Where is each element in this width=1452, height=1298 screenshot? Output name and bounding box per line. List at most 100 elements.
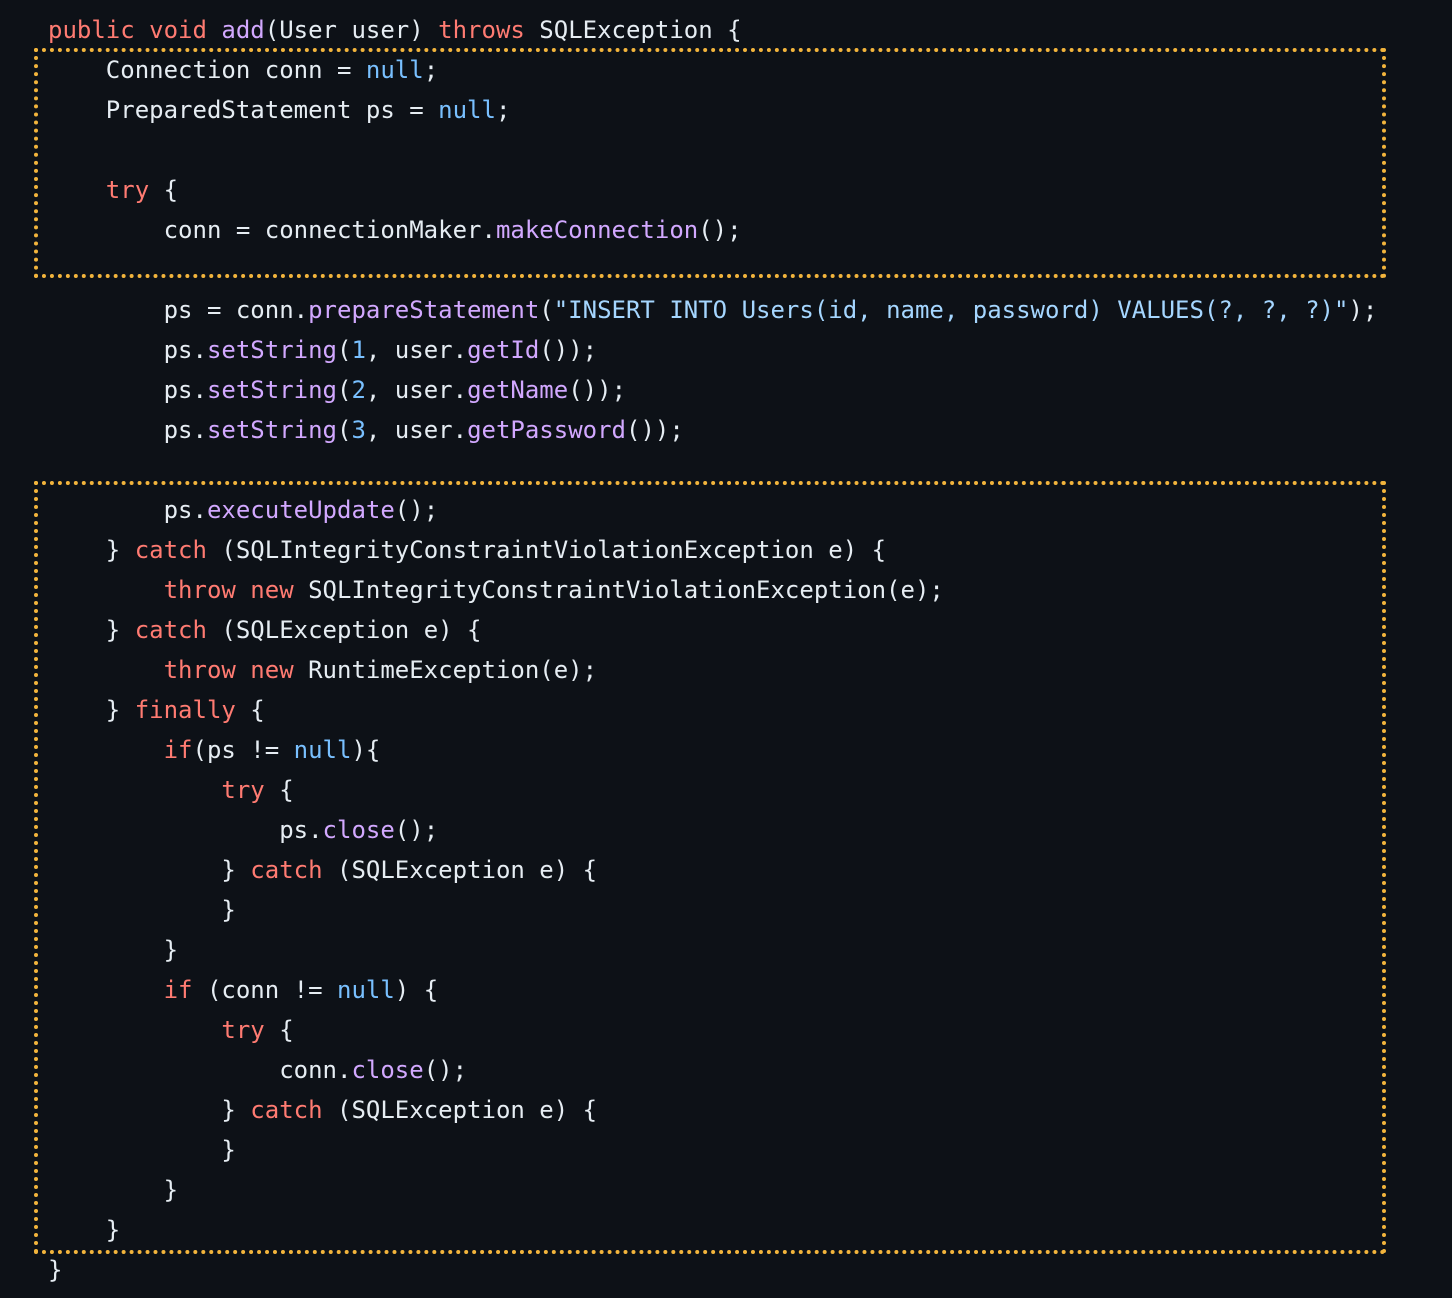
- code-token: throw new: [163, 656, 294, 684]
- code-token: ());: [626, 416, 684, 444]
- code-token: catch: [250, 856, 323, 884]
- code-token: catch: [134, 616, 207, 644]
- code-token: }: [48, 1136, 236, 1164]
- code-line: ps.setString(3, user.getPassword());: [48, 410, 1377, 450]
- code-token: makeConnection: [495, 216, 699, 244]
- code-token: catch: [134, 536, 207, 564]
- code-token: SQLIntegrityConstraintViolationException…: [293, 576, 944, 604]
- code-token: }: [48, 616, 135, 644]
- code-token: );: [1348, 296, 1378, 324]
- code-token: ps.: [48, 816, 323, 844]
- code-line: ps.setString(2, user.getName());: [48, 370, 1377, 410]
- code-token: (: [337, 416, 352, 444]
- code-token: getId: [467, 336, 540, 364]
- code-token: null: [438, 96, 496, 124]
- code-token: null: [337, 976, 395, 1004]
- code-token: conn = connectionMaker.: [48, 216, 496, 244]
- code-token: }: [48, 696, 135, 724]
- code-token: (ps !=: [192, 736, 294, 764]
- code-token: try: [105, 176, 150, 204]
- code-token: 1: [351, 336, 366, 364]
- code-line: try {: [48, 170, 1377, 210]
- code-token: {: [264, 1016, 294, 1044]
- code-line: }: [48, 930, 1377, 970]
- code-line: } catch (SQLException e) {: [48, 1090, 1377, 1130]
- code-token: (SQLIntegrityConstraintViolationExceptio…: [206, 536, 887, 564]
- code-token: (: [337, 336, 352, 364]
- code-token: finally: [134, 696, 236, 724]
- code-line: throw new RuntimeException(e);: [48, 650, 1377, 690]
- code-token: if: [163, 976, 193, 1004]
- code-token: ());: [568, 376, 627, 404]
- code-token: setString: [206, 376, 337, 404]
- code-token: , user.: [365, 376, 468, 404]
- code-token: "INSERT INTO Users(id, name, password) V…: [553, 296, 1349, 324]
- code-token: ps = conn.: [48, 296, 309, 324]
- code-line: ps = conn.prepareStatement("INSERT INTO …: [48, 290, 1378, 330]
- code-line: ps.setString(1, user.getId());: [48, 330, 1377, 370]
- code-line: if (conn != null) {: [48, 970, 1377, 1010]
- code-token: , user.: [365, 416, 468, 444]
- code-line: }: [48, 1250, 1377, 1290]
- code-token: try: [221, 776, 265, 804]
- code-token: }: [48, 1216, 121, 1244]
- code-line: } catch (SQLIntegrityConstraintViolation…: [48, 530, 1377, 570]
- code-token: }: [48, 1256, 63, 1284]
- code-token: ps.: [48, 416, 207, 444]
- code-token: (User user): [264, 16, 439, 44]
- code-line: public void add(User user) throws SQLExc…: [48, 10, 1377, 50]
- code-token: (conn !=: [192, 976, 337, 1004]
- code-token: PreparedStatement ps =: [48, 96, 439, 124]
- code-token: (SQLException e) {: [322, 856, 598, 884]
- code-token: ps.: [48, 336, 207, 364]
- code-token: , user.: [365, 336, 468, 364]
- code-token: ;: [423, 56, 439, 84]
- code-token: ());: [539, 336, 598, 364]
- code-token: add: [221, 16, 265, 44]
- code-line: ps.executeUpdate();: [48, 490, 1377, 530]
- code-token: {: [149, 176, 179, 204]
- code-token: setString: [206, 416, 337, 444]
- code-token: prepareStatement: [308, 296, 540, 324]
- code-token: 3: [351, 416, 366, 444]
- code-line: Connection conn = null;: [48, 50, 1377, 90]
- code-token: ;: [495, 96, 511, 124]
- code-token: 2: [351, 376, 366, 404]
- code-line: }: [48, 890, 1377, 930]
- code-token: }: [48, 536, 135, 564]
- code-token: conn.: [48, 1056, 352, 1084]
- code-token: }: [48, 936, 179, 964]
- code-token: {: [264, 776, 294, 804]
- code-token: ();: [394, 496, 439, 524]
- code-token: ps.: [48, 376, 207, 404]
- code-token: throw new: [163, 576, 294, 604]
- code-token: try: [221, 1016, 265, 1044]
- code-line: try {: [48, 1010, 1377, 1050]
- code-line: throw new SQLIntegrityConstraintViolatio…: [48, 570, 1377, 610]
- code-token: executeUpdate: [206, 496, 395, 524]
- code-line: if(ps != null){: [48, 730, 1377, 770]
- code-block: public void add(User user) throws SQLExc…: [48, 10, 1377, 1290]
- code-line: } catch (SQLException e) {: [48, 610, 1377, 650]
- code-token: (: [337, 376, 352, 404]
- code-token: close: [322, 816, 395, 844]
- code-token: }: [48, 896, 236, 924]
- code-token: RuntimeException(e);: [293, 656, 598, 684]
- code-token: ();: [394, 816, 439, 844]
- code-token: Connection conn =: [48, 56, 366, 84]
- code-line: conn.close();: [48, 1050, 1377, 1090]
- code-token: {: [235, 696, 265, 724]
- code-token: }: [48, 1096, 251, 1124]
- code-token: ) {: [394, 976, 439, 1004]
- code-line: }: [48, 1130, 1377, 1170]
